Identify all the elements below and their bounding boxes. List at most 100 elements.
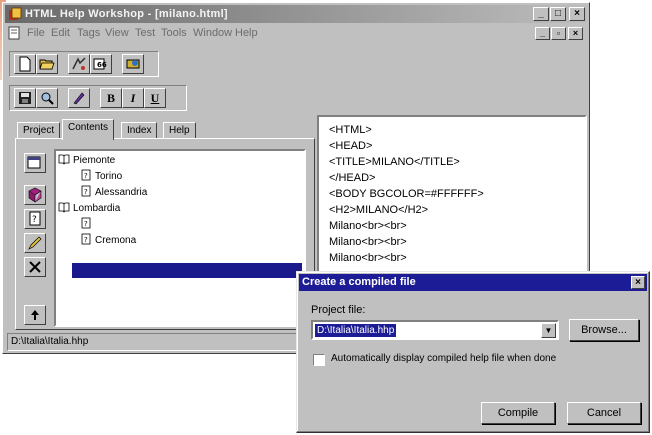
menu-help[interactable]: Help xyxy=(235,26,258,40)
move-up-icon xyxy=(31,310,39,320)
open-icon xyxy=(39,59,55,70)
italic-button[interactable]: I xyxy=(122,88,144,108)
find-button[interactable] xyxy=(36,88,58,108)
underline-button[interactable]: U xyxy=(144,88,166,108)
svg-text:?: ? xyxy=(84,172,88,180)
html-tag-button[interactable] xyxy=(68,88,90,108)
contents-tree: Piemonte ? Torino ? Alessandria Lombardi… xyxy=(54,149,306,327)
open-button[interactable] xyxy=(36,54,58,74)
tree-item-lombardia[interactable]: Lombardia xyxy=(58,201,120,217)
compile-button[interactable]: Compile xyxy=(481,402,555,424)
view-compiled-button[interactable]: 66 xyxy=(90,54,112,74)
contents-properties-icon xyxy=(27,156,41,169)
book-icon xyxy=(58,202,70,213)
tree-label: Alessandria xyxy=(95,187,148,198)
bold-button[interactable]: B xyxy=(100,88,122,108)
edit-button[interactable] xyxy=(24,233,46,253)
compile-button[interactable] xyxy=(68,54,90,74)
help-button[interactable] xyxy=(122,54,144,74)
selection-highlight xyxy=(72,263,302,278)
edit-icon xyxy=(28,236,42,250)
mdi-restore-button[interactable]: ▫ xyxy=(551,27,566,40)
tree-label: Piemonte xyxy=(73,155,116,166)
code-line: Milano<br><br> xyxy=(329,252,407,264)
insert-heading-icon xyxy=(28,187,42,203)
page-icon: ? xyxy=(81,217,91,229)
code-line: <HTML> xyxy=(329,124,372,136)
code-line: <HEAD> xyxy=(329,140,373,152)
help-icon xyxy=(126,59,140,69)
save-button[interactable] xyxy=(14,88,36,108)
tree-item-alessandria[interactable]: ? Alessandria xyxy=(80,185,147,201)
code-line: <TITLE>MILANO</TITLE> xyxy=(329,156,460,168)
delete-button[interactable] xyxy=(24,257,46,277)
svg-text:?: ? xyxy=(32,215,37,225)
save-icon xyxy=(19,92,31,104)
page-icon: ? xyxy=(81,169,91,181)
toolbar-project: 66 xyxy=(9,51,159,77)
page-icon: ? xyxy=(81,185,91,197)
tab-index[interactable]: Index xyxy=(121,122,158,139)
tree-label: Cremona xyxy=(95,235,137,246)
html-tag-icon xyxy=(73,92,85,105)
code-line: Milano<br><br> xyxy=(329,220,407,232)
menu-tags[interactable]: Tags xyxy=(77,26,100,40)
mdi-minimize-button[interactable]: _ xyxy=(535,27,550,40)
insert-heading-button[interactable] xyxy=(24,185,46,205)
tree-label: Lombardia xyxy=(73,203,121,214)
contents-properties-button[interactable] xyxy=(24,153,46,173)
code-line: Milano<br><br> xyxy=(329,236,407,248)
auto-display-checkbox[interactable] xyxy=(313,354,325,366)
window-titlebar[interactable]: HTML Help Workshop - [milano.html] _ □ × xyxy=(5,5,587,23)
menu-tools[interactable]: Tools xyxy=(161,26,187,40)
tree-label: Milano xyxy=(95,219,125,230)
project-file-value: D:\Italia\Italia.hhp xyxy=(315,324,397,337)
app-icon xyxy=(9,7,22,20)
menu-view[interactable]: View xyxy=(105,26,129,40)
close-button[interactable]: × xyxy=(569,7,585,21)
page-icon: ? xyxy=(81,233,91,245)
dropdown-arrow-icon[interactable]: ▼ xyxy=(541,323,556,338)
cancel-button[interactable]: Cancel xyxy=(567,402,641,424)
dialog-close-button[interactable]: × xyxy=(631,276,645,289)
project-file-select[interactable]: D:\Italia\Italia.hhp ▼ xyxy=(311,320,559,340)
mdi-close-button[interactable]: × xyxy=(568,27,583,40)
delete-icon xyxy=(29,261,41,273)
tree-item-cremona[interactable]: ? Cremona xyxy=(80,233,136,249)
browse-button[interactable]: Browse... xyxy=(569,319,639,341)
svg-text:66: 66 xyxy=(97,61,107,69)
menu-edit[interactable]: Edit xyxy=(51,26,70,40)
code-line: </HEAD> xyxy=(329,172,376,184)
toolbar-format: B I U xyxy=(9,85,187,111)
tab-help[interactable]: Help xyxy=(163,122,196,139)
contents-panel: ? Piemonte ? Torino ? Alessandria Lombar… xyxy=(15,138,315,330)
menu-file[interactable]: File xyxy=(27,26,45,40)
dialog-title: Create a compiled file xyxy=(302,276,416,288)
tree-item-piemonte[interactable]: Piemonte xyxy=(58,153,115,169)
document-icon[interactable] xyxy=(7,26,21,40)
menu-test[interactable]: Test xyxy=(135,26,155,40)
tab-project[interactable]: Project xyxy=(17,122,61,139)
tab-contents[interactable]: Contents xyxy=(62,119,115,140)
status-path: D:\Italia\Italia.hhp xyxy=(11,336,89,347)
svg-text:?: ? xyxy=(84,220,88,228)
new-icon xyxy=(19,56,31,72)
insert-page-icon: ? xyxy=(29,211,41,226)
menu-window[interactable]: Window xyxy=(193,26,232,40)
project-file-label: Project file: xyxy=(311,304,366,316)
tree-item-torino[interactable]: ? Torino xyxy=(80,169,122,185)
svg-text:?: ? xyxy=(84,188,88,196)
tree-item-milano[interactable]: ? Milano xyxy=(80,217,124,233)
move-up-button[interactable] xyxy=(24,305,46,325)
minimize-button[interactable]: _ xyxy=(533,7,549,21)
window-title: HTML Help Workshop - [milano.html] xyxy=(25,8,228,20)
find-icon xyxy=(41,92,54,105)
tree-label: Torino xyxy=(95,171,123,182)
insert-page-button[interactable]: ? xyxy=(24,209,46,229)
maximize-button[interactable]: □ xyxy=(550,7,566,21)
compile-icon xyxy=(72,57,86,70)
menubar: File Edit Tags View Test Tools Window He… xyxy=(5,24,587,42)
new-button[interactable] xyxy=(14,54,36,74)
code-line: <H2>MILANO</H2> xyxy=(329,204,429,216)
dialog-titlebar[interactable]: Create a compiled file × xyxy=(299,274,647,291)
